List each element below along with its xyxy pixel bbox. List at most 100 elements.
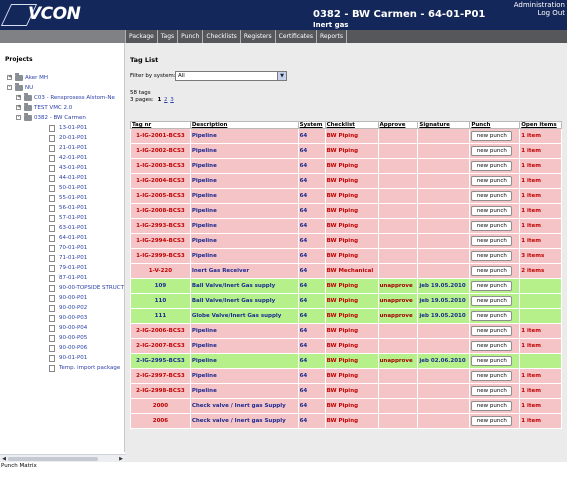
open-items-cell[interactable] bbox=[519, 293, 562, 309]
tree-item[interactable]: 70-01-P01 bbox=[0, 243, 124, 253]
checklist-cell[interactable]: BW Piping bbox=[324, 173, 379, 189]
approve-cell[interactable] bbox=[377, 383, 419, 399]
expand-icon[interactable]: + bbox=[7, 75, 12, 80]
tree-item[interactable]: 43-01-P01 bbox=[0, 163, 124, 173]
open-items-cell[interactable]: 1 item bbox=[519, 323, 562, 339]
tree-item-label[interactable]: 20-01-P01 bbox=[59, 133, 87, 143]
checklist-cell[interactable]: BW Piping bbox=[324, 218, 379, 234]
tab-certificates[interactable]: Certificates bbox=[276, 30, 317, 43]
checklist-cell[interactable]: BW Piping bbox=[324, 398, 379, 414]
tree-item[interactable]: 63-01-P01 bbox=[0, 223, 124, 233]
tree-item-label[interactable]: 42-01-P01 bbox=[59, 153, 87, 163]
tree-item-label[interactable]: TEST VMC 2.0 bbox=[34, 103, 72, 113]
approve-cell[interactable] bbox=[377, 398, 419, 414]
tree-item-label[interactable]: 90-00-P04 bbox=[59, 323, 87, 333]
checklist-cell[interactable]: BW Piping bbox=[324, 188, 379, 204]
new-punch-button[interactable]: new punch bbox=[471, 251, 513, 261]
open-items-cell[interactable] bbox=[519, 353, 562, 369]
tree-item[interactable]: 79-01-P01 bbox=[0, 263, 124, 273]
tag-cell[interactable]: 2-IG-2006-BCS3 bbox=[130, 323, 191, 339]
tag-cell[interactable]: 111 bbox=[130, 308, 191, 324]
open-items-cell[interactable]: 2 items bbox=[519, 263, 562, 279]
administration-link[interactable]: Administration bbox=[514, 1, 565, 9]
checklist-cell[interactable]: BW Piping bbox=[324, 338, 379, 354]
col-header-approve[interactable]: Approve bbox=[377, 121, 419, 129]
tree-item-label[interactable]: 21-01-P01 bbox=[59, 143, 87, 153]
col-header-system[interactable]: System bbox=[297, 121, 326, 129]
open-items-cell[interactable]: 1 item bbox=[519, 143, 562, 159]
tree-item-label[interactable]: 90-00-P01 bbox=[59, 293, 87, 303]
tree-item[interactable]: Temp. import package bbox=[0, 363, 124, 373]
col-header-tag[interactable]: Tag nr bbox=[130, 121, 191, 129]
tree-item-label[interactable]: 56-01-P01 bbox=[59, 203, 87, 213]
checklist-cell[interactable]: BW Piping bbox=[324, 413, 379, 429]
col-header-punch[interactable]: Punch bbox=[469, 121, 521, 129]
tree-item[interactable]: + C03 - Rensprosess Alstom-Ne bbox=[0, 93, 124, 103]
approve-cell[interactable] bbox=[377, 143, 419, 159]
expand-icon[interactable]: + bbox=[16, 95, 21, 100]
tree-item[interactable]: 87-01-P01 bbox=[0, 273, 124, 283]
tree-item[interactable]: 90-00-TOPSIDE STRUCTURE bbox=[0, 283, 124, 293]
open-items-cell[interactable]: 1 item bbox=[519, 188, 562, 204]
approve-cell[interactable] bbox=[377, 233, 419, 249]
new-punch-button[interactable]: new punch bbox=[471, 311, 513, 321]
tree-item[interactable]: 56-01-P01 bbox=[0, 203, 124, 213]
approve-cell[interactable]: unapprove bbox=[377, 308, 419, 324]
tag-cell[interactable]: 1-IG-2002-BCS3 bbox=[130, 143, 191, 159]
new-punch-button[interactable]: new punch bbox=[471, 341, 513, 351]
system-filter-select[interactable]: All ▼ bbox=[175, 71, 287, 81]
tree-item[interactable]: 90-00-P02 bbox=[0, 303, 124, 313]
tag-cell[interactable]: 1-IG-2003-BCS3 bbox=[130, 158, 191, 174]
tree-item-label[interactable]: 64-01-P01 bbox=[59, 233, 87, 243]
new-punch-button[interactable]: new punch bbox=[471, 326, 513, 336]
tree-item[interactable]: 50-01-P01 bbox=[0, 183, 124, 193]
checklist-cell[interactable]: BW Mechanical bbox=[324, 263, 379, 279]
new-punch-button[interactable]: new punch bbox=[471, 371, 513, 381]
tag-cell[interactable]: 2-IG-2997-BCS3 bbox=[130, 368, 191, 384]
tree-item-label[interactable]: 63-01-P01 bbox=[59, 223, 87, 233]
tree-item[interactable]: 90-00-P03 bbox=[0, 313, 124, 323]
logout-link[interactable]: Log Out bbox=[538, 9, 565, 17]
open-items-cell[interactable]: 3 items bbox=[519, 248, 562, 264]
tab-package[interactable]: Package bbox=[125, 30, 158, 43]
approve-cell[interactable] bbox=[377, 188, 419, 204]
checklist-cell[interactable]: BW Piping bbox=[324, 203, 379, 219]
open-items-cell[interactable]: 1 item bbox=[519, 158, 562, 174]
new-punch-button[interactable]: new punch bbox=[471, 206, 513, 216]
approve-cell[interactable] bbox=[377, 248, 419, 264]
checklist-cell[interactable]: BW Piping bbox=[324, 368, 379, 384]
tag-cell[interactable]: 110 bbox=[130, 293, 191, 309]
new-punch-button[interactable]: new punch bbox=[471, 236, 513, 246]
vcon-logo[interactable]: VCON bbox=[0, 4, 86, 26]
tree-item-label[interactable]: 90-01-P01 bbox=[59, 353, 87, 363]
tab-checklists[interactable]: Checklists bbox=[203, 30, 241, 43]
tree-item-label[interactable]: 90-00-P02 bbox=[59, 303, 87, 313]
open-items-cell[interactable]: 1 item bbox=[519, 338, 562, 354]
checklist-cell[interactable]: BW Piping bbox=[324, 128, 379, 144]
checklist-cell[interactable]: BW Piping bbox=[324, 293, 379, 309]
checklist-cell[interactable]: BW Piping bbox=[324, 233, 379, 249]
tag-cell[interactable]: 2000 bbox=[130, 398, 191, 414]
open-items-cell[interactable]: 1 item bbox=[519, 128, 562, 144]
tree-item[interactable]: 55-01-P01 bbox=[0, 193, 124, 203]
tag-cell[interactable]: 2-IG-2998-BCS3 bbox=[130, 383, 191, 399]
tree-item-label[interactable]: 87-01-P01 bbox=[59, 273, 87, 283]
tree-item[interactable]: 13-01-P01 bbox=[0, 123, 124, 133]
tree-item[interactable]: 71-01-P01 bbox=[0, 253, 124, 263]
tree-item-label[interactable]: 90-00-P06 bbox=[59, 343, 87, 353]
tag-cell[interactable]: 1-IG-2005-BCS3 bbox=[130, 188, 191, 204]
new-punch-button[interactable]: new punch bbox=[471, 191, 513, 201]
tree-item-label[interactable]: 57-01-P01 bbox=[59, 213, 87, 223]
tag-cell[interactable]: 1-V-220 bbox=[130, 263, 191, 279]
tag-cell[interactable]: 2-IG-2995-BCS3 bbox=[130, 353, 191, 369]
open-items-cell[interactable]: 1 item bbox=[519, 383, 562, 399]
approve-cell[interactable] bbox=[377, 323, 419, 339]
tab-registers[interactable]: Registers bbox=[241, 30, 276, 43]
tree-item-label[interactable]: 71-01-P01 bbox=[59, 253, 87, 263]
tag-cell[interactable]: 2-IG-2007-BCS3 bbox=[130, 338, 191, 354]
tree-item-label[interactable]: 90-00-P03 bbox=[59, 313, 87, 323]
approve-cell[interactable] bbox=[377, 338, 419, 354]
checklist-cell[interactable]: BW Piping bbox=[324, 143, 379, 159]
new-punch-button[interactable]: new punch bbox=[471, 161, 513, 171]
open-items-cell[interactable]: 1 item bbox=[519, 233, 562, 249]
